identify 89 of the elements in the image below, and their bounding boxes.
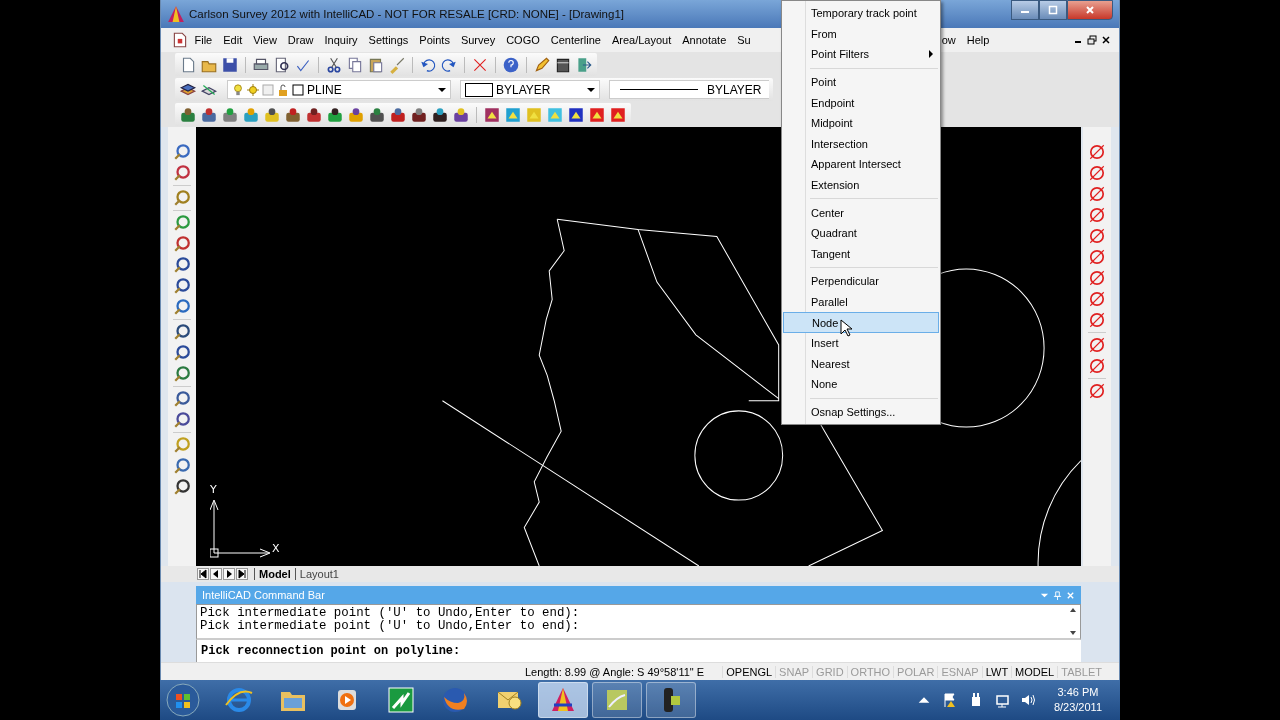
maximize-button[interactable]	[1039, 0, 1067, 20]
context-menu-item[interactable]: Extension	[783, 174, 939, 196]
status-toggle[interactable]: LWT	[981, 665, 1012, 678]
globe-fox-icon	[440, 685, 470, 715]
context-menu-item[interactable]: Point Filters	[783, 44, 939, 65]
menu-item[interactable]: File	[189, 34, 218, 46]
menu-item[interactable]: Settings	[363, 34, 414, 46]
pencil-icon[interactable]	[533, 55, 551, 74]
submenu-arrow-icon	[929, 50, 933, 59]
context-menu-item[interactable]: Tangent	[783, 243, 939, 265]
mouse-cursor-icon	[840, 319, 852, 338]
dropdown-arrow-icon[interactable]	[587, 87, 595, 92]
menu-item[interactable]: View	[247, 34, 283, 46]
menu-item[interactable]: Points	[413, 34, 456, 46]
close-icon	[1085, 5, 1095, 15]
help-icon[interactable]	[502, 55, 520, 74]
context-menu-item[interactable]: Point	[783, 71, 939, 93]
menu-item[interactable]: Help	[961, 34, 995, 46]
context-menu-item[interactable]: Osnap Settings...	[783, 401, 939, 423]
layout-tab[interactable]: Model	[254, 568, 295, 580]
linetype-dropdown[interactable]: BYLAYER	[609, 80, 769, 99]
dropdown-arrow-icon[interactable]	[438, 87, 446, 92]
context-menu-item[interactable]: Temporary track point	[783, 3, 939, 24]
restore-icon[interactable]	[1087, 35, 1097, 45]
taskbar-button[interactable]	[646, 682, 696, 718]
history-line: Pick intermediate point ('U' to Undo,Enter to end):	[200, 607, 581, 620]
context-menu-item[interactable]: Apparent Intersect	[783, 154, 939, 175]
light-bulb-icon[interactable]	[232, 83, 244, 96]
next-tab-icon[interactable]	[223, 568, 235, 580]
status-toggle[interactable]: OPENGL	[722, 665, 776, 678]
context-menu-item[interactable]: Center	[783, 202, 939, 223]
last-tab-icon[interactable]	[236, 568, 248, 580]
menu-item[interactable]: Area/Layout	[606, 34, 677, 46]
status-toggle[interactable]: MODEL	[1011, 665, 1058, 678]
context-menu-item[interactable]: Nearest	[783, 353, 939, 375]
history-line: Pick intermediate point ('U' to Undo,Enter to end):	[200, 620, 581, 633]
menu-item[interactable]: Inquiry	[319, 34, 364, 46]
maximize-icon	[1048, 5, 1058, 15]
window-title: Carlson Survey 2012 with IntelliCAD - NOT FOR RESALE [CRD: NONE] - [Drawing1]	[189, 8, 624, 20]
clock-date[interactable]: 8/23/2011	[1053, 700, 1102, 715]
context-menu-item[interactable]: Endpoint	[783, 92, 939, 113]
context-menu-item[interactable]: From	[783, 23, 939, 45]
network-icon[interactable]	[993, 692, 1010, 708]
menu-item[interactable]: Draw	[282, 34, 320, 46]
layout-tab[interactable]: Layout1	[294, 568, 343, 580]
status-text: Length: 8.99 @ Angle: S 49°58'11" E	[525, 665, 705, 678]
minimize-button[interactable]	[1011, 0, 1039, 20]
magnifier-icon[interactable]	[173, 390, 191, 408]
axis-label: X	[272, 543, 280, 555]
context-menu-item[interactable]: Perpendicular	[783, 271, 939, 292]
copy-icon[interactable]	[346, 55, 364, 74]
menu-item[interactable]: Su	[731, 34, 757, 46]
menu-item[interactable]: COGO	[500, 34, 546, 46]
start-button[interactable]	[166, 683, 200, 717]
menu-item[interactable]: Survey	[455, 34, 501, 46]
scissors-icon[interactable]	[325, 55, 343, 74]
taskbar-button[interactable]	[592, 682, 642, 718]
menu-item[interactable]: Edit	[217, 34, 248, 46]
layer-dropdown[interactable]: PLINE	[227, 80, 451, 99]
taskbar-button[interactable]	[538, 682, 588, 718]
document-icon[interactable]	[171, 31, 189, 49]
menu-item[interactable]: Annotate	[676, 34, 732, 46]
flag-icon[interactable]	[941, 692, 958, 708]
clock-time[interactable]: 3:46 PM	[1057, 685, 1099, 700]
app-logo-icon	[167, 5, 185, 23]
close-icon[interactable]	[1101, 35, 1111, 45]
color-dropdown[interactable]: BYLAYER	[460, 80, 600, 99]
previous-tab-icon[interactable]	[210, 568, 222, 580]
context-menu-item[interactable]: Intersection	[783, 133, 939, 155]
arc[interactable]	[1037, 460, 1081, 566]
panel-title: IntelliCAD Command Bar	[202, 589, 325, 601]
first-tab-icon[interactable]	[197, 568, 209, 580]
preview-icon[interactable]	[273, 55, 291, 74]
speaker-icon[interactable]	[1019, 692, 1036, 708]
scroll-up-icon[interactable]	[1069, 607, 1077, 613]
lightning-chart-icon	[386, 685, 416, 715]
context-menu-item[interactable]: Insert	[783, 332, 939, 354]
polyline[interactable]	[523, 218, 565, 566]
letter-e-globe-icon	[224, 685, 254, 715]
context-menu-item[interactable]: Quadrant	[783, 222, 939, 244]
circle-icon[interactable]	[1088, 143, 1106, 161]
context-menu-item[interactable]: None	[783, 374, 939, 395]
context-menu-item[interactable]: Parallel	[783, 291, 939, 313]
scroll-down-icon[interactable]	[1069, 630, 1077, 636]
axis-label: Y	[210, 484, 217, 496]
menu-item[interactable]: Centerline	[545, 34, 607, 46]
export-icon[interactable]	[575, 55, 593, 74]
close-button[interactable]	[1067, 0, 1113, 20]
circle[interactable]	[694, 410, 784, 501]
